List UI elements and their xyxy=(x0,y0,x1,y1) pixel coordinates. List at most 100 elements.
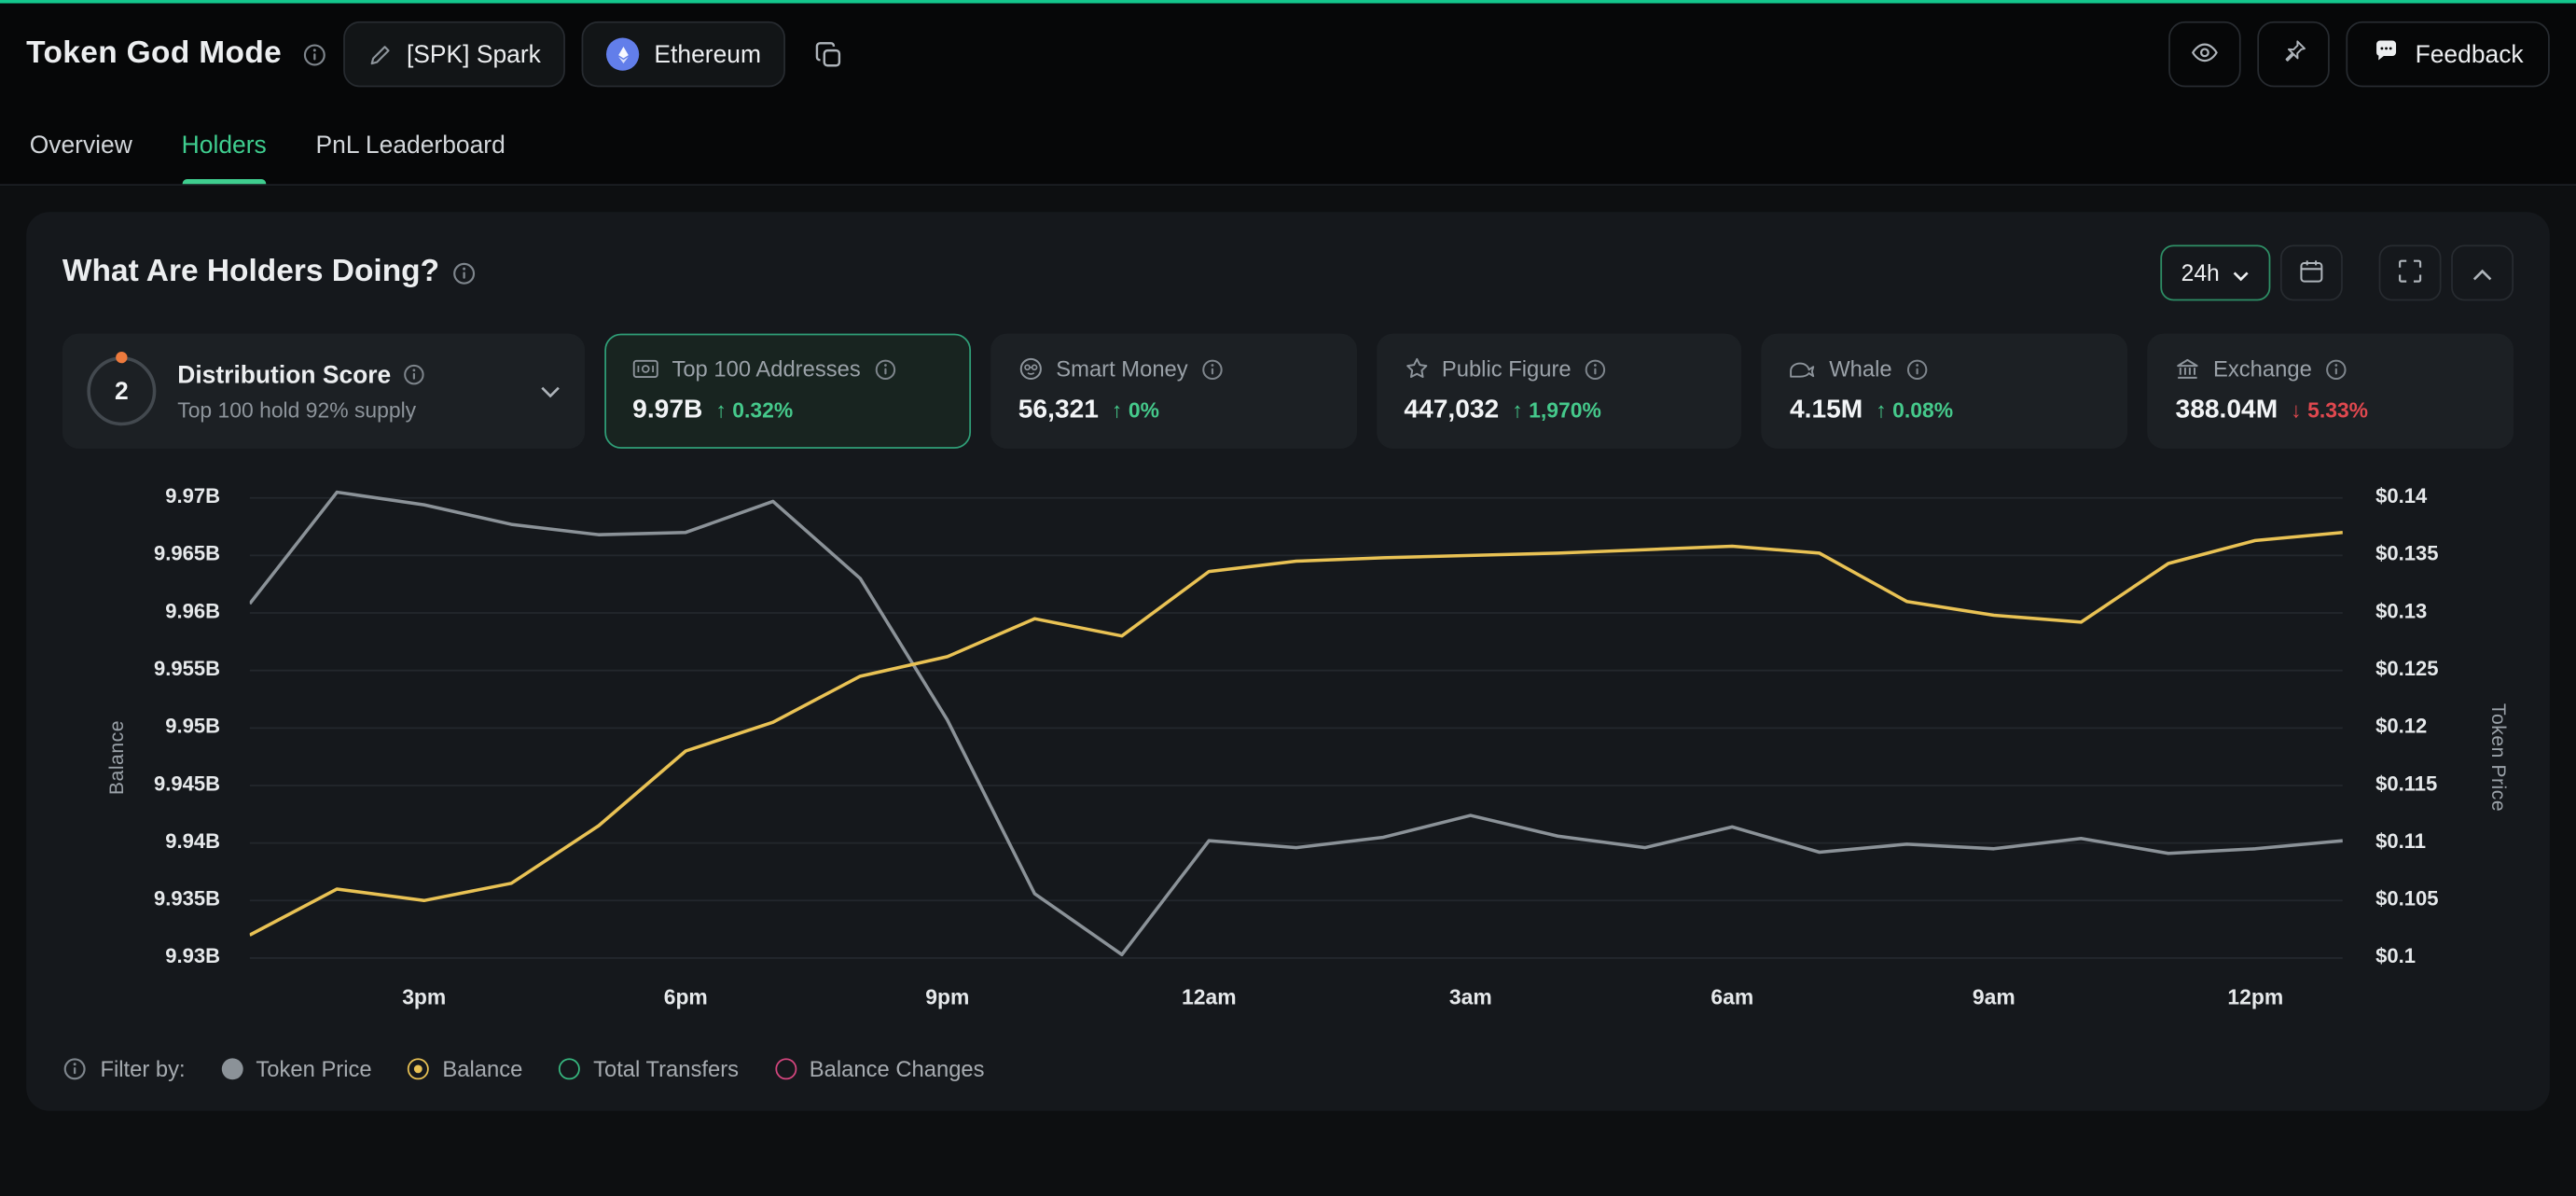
timeframe-value: 24h xyxy=(2181,259,2220,285)
info-icon[interactable] xyxy=(874,357,897,381)
legend-item-label: Balance Changes xyxy=(810,1057,985,1081)
legend-item-balance-changes[interactable]: Balance Changes xyxy=(775,1057,985,1081)
alert-dot xyxy=(116,352,127,363)
timeframe-dropdown[interactable]: 24h xyxy=(2160,244,2271,300)
stat-card-exchange[interactable]: Exchange 388.04M ↓ 5.33% xyxy=(2148,334,2514,449)
y-axis-tick-left: 9.945B xyxy=(154,772,220,796)
y-axis-tick-right: $0.1 xyxy=(2375,945,2416,968)
feedback-label: Feedback xyxy=(2416,40,2524,68)
x-axis-tick: 6pm xyxy=(664,984,708,1008)
topbar: Token God Mode [SPK] Spark Ethereum xyxy=(0,0,2576,105)
legend-item-total-transfers[interactable]: Total Transfers xyxy=(559,1057,739,1081)
stat-title: Distribution Score xyxy=(177,361,391,389)
info-icon[interactable] xyxy=(1585,357,1608,381)
y-axis-tick-left: 9.935B xyxy=(154,887,220,911)
chevron-up-icon xyxy=(2472,260,2492,285)
pin-icon xyxy=(2279,38,2307,71)
page-title: Token God Mode xyxy=(26,36,282,73)
stat-card-smart-money[interactable]: Smart Money 56,321 ↑ 0% xyxy=(990,334,1356,449)
chain-chip-label: Ethereum xyxy=(654,40,761,68)
y-axis-tick-left: 9.965B xyxy=(154,542,220,565)
tab-pnl-leaderboard-label: PnL Leaderboard xyxy=(316,131,506,159)
main-content: What Are Holders Doing? 24h xyxy=(0,186,2576,1137)
stat-value: 447,032 xyxy=(1404,396,1499,426)
collapse-button[interactable] xyxy=(2451,244,2514,300)
chart-legend: Filter by: Token Price Balance Total Trans… xyxy=(62,1057,2514,1081)
info-icon[interactable] xyxy=(452,260,477,285)
stat-title: Exchange xyxy=(2213,356,2312,381)
feedback-button[interactable]: Feedback xyxy=(2347,21,2550,87)
info-icon[interactable] xyxy=(2325,357,2348,381)
y-axis-left-ticks: 9.93B 9.935B 9.94B 9.945B 9.95B 9.955B 9.96B 9.… xyxy=(62,481,220,974)
pin-button[interactable] xyxy=(2257,21,2330,87)
pencil-icon xyxy=(367,42,392,66)
tab-holders-label: Holders xyxy=(182,131,267,159)
y-axis-tick-left: 9.93B xyxy=(165,945,220,968)
info-icon[interactable] xyxy=(301,42,325,66)
eye-icon xyxy=(2190,37,2220,72)
stat-change: ↓ 5.33% xyxy=(2291,397,2368,422)
chevron-down-icon[interactable] xyxy=(541,385,561,396)
tab-overview-label: Overview xyxy=(30,131,132,159)
banknote-icon xyxy=(632,358,658,380)
info-icon[interactable] xyxy=(1905,357,1929,381)
stat-change: ↑ 0.08% xyxy=(1876,397,1953,422)
stat-cards-row: 2 Distribution Score Top 100 hold 92% su… xyxy=(62,334,2514,449)
public-figure-icon xyxy=(1404,356,1428,381)
token-selector-chip[interactable]: [SPK] Spark xyxy=(342,21,565,87)
stat-card-top-100-addresses[interactable]: Top 100 Addresses 9.97B ↑ 0.32% xyxy=(604,334,970,449)
stat-card-whale[interactable]: Whale 4.15M ↑ 0.08% xyxy=(1762,334,2127,449)
chain-selector-chip[interactable]: Ethereum xyxy=(582,21,786,87)
smart-money-icon xyxy=(1018,356,1043,381)
legend-title: Filter by: xyxy=(100,1057,185,1081)
stat-change: ↑ 0% xyxy=(1112,397,1159,422)
fullscreen-icon xyxy=(2397,257,2423,288)
legend-item-label: Balance xyxy=(442,1057,522,1081)
y-axis-tick-right: $0.12 xyxy=(2375,715,2427,738)
info-icon[interactable] xyxy=(62,1057,87,1081)
panel-title: What Are Holders Doing? xyxy=(62,255,439,291)
chart-plot-area[interactable] xyxy=(250,481,2343,974)
y-axis-tick-left: 9.95B xyxy=(165,715,220,738)
tab-pnl-leaderboard[interactable]: PnL Leaderboard xyxy=(316,105,506,185)
y-axis-tick-right: $0.105 xyxy=(2375,887,2438,911)
whale-icon xyxy=(1790,359,1816,379)
caret-down-icon xyxy=(2233,259,2250,285)
distribution-score-value: 2 xyxy=(115,377,129,405)
legend-swatch xyxy=(775,1058,796,1079)
copy-address-button[interactable] xyxy=(802,21,854,87)
legend-swatch xyxy=(408,1058,429,1079)
tab-overview[interactable]: Overview xyxy=(30,105,132,185)
tab-holders[interactable]: Holders xyxy=(182,105,267,185)
calendar-icon xyxy=(2298,257,2324,288)
stat-change: ↑ 1,970% xyxy=(1512,397,1600,422)
bank-icon xyxy=(2176,356,2200,381)
x-axis-tick: 12am xyxy=(1182,984,1237,1008)
token-chip-label: [SPK] Spark xyxy=(407,40,541,68)
legend-swatch xyxy=(559,1058,580,1079)
legend-item-balance[interactable]: Balance xyxy=(408,1057,522,1081)
watch-button[interactable] xyxy=(2168,21,2241,87)
tab-bar: Overview Holders PnL Leaderboard xyxy=(0,105,2576,186)
stat-title: Smart Money xyxy=(1056,356,1187,381)
x-axis-tick: 9am xyxy=(1973,984,2015,1008)
distribution-score-badge: 2 xyxy=(87,356,156,425)
stat-card-public-figure[interactable]: Public Figure 447,032 ↑ 1,970% xyxy=(1376,334,1741,449)
stat-card-distribution-score[interactable]: 2 Distribution Score Top 100 hold 92% su… xyxy=(62,334,585,449)
x-axis-tick: 9pm xyxy=(925,984,969,1008)
legend-items: Token Price Balance Total Transfers Balance… xyxy=(221,1057,984,1081)
legend-item-token-price[interactable]: Token Price xyxy=(221,1057,371,1081)
info-icon[interactable] xyxy=(403,363,426,386)
legend-swatch xyxy=(221,1058,242,1079)
ethereum-icon xyxy=(606,38,639,71)
fullscreen-button[interactable] xyxy=(2379,244,2442,300)
info-icon[interactable] xyxy=(1201,357,1225,381)
y-axis-tick-left: 9.94B xyxy=(165,830,220,854)
stat-value: 56,321 xyxy=(1018,396,1099,426)
x-axis-tick: 6am xyxy=(1710,984,1753,1008)
chart-canvas[interactable] xyxy=(250,481,2343,974)
calendar-button[interactable] xyxy=(2280,244,2343,300)
legend-item-label: Total Transfers xyxy=(593,1057,739,1081)
y-axis-tick-left: 9.96B xyxy=(165,600,220,623)
y-axis-tick-left: 9.955B xyxy=(154,658,220,681)
